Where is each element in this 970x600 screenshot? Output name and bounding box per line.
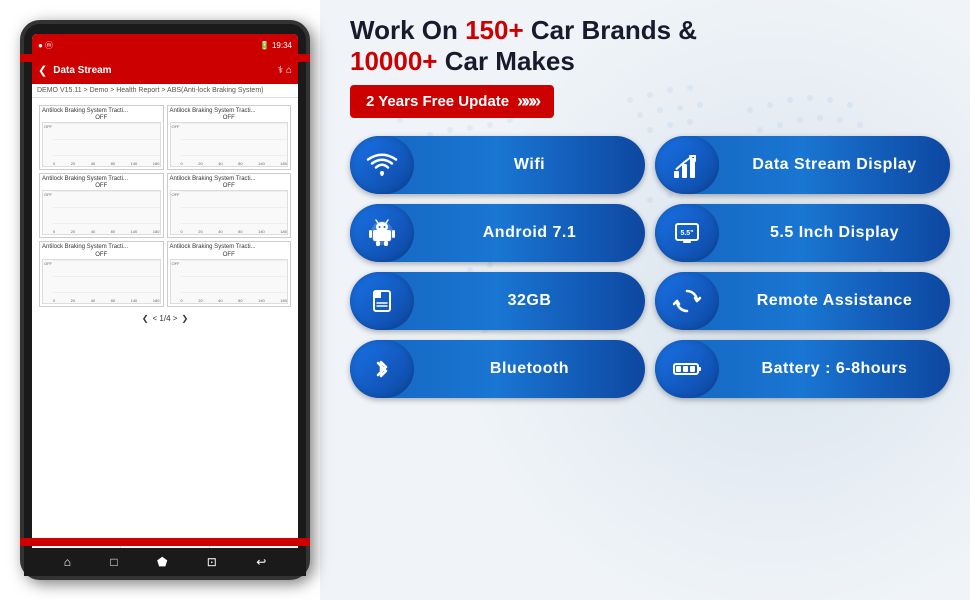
data-stream-content: Antilock Braking System Tracti... OFF OF… [32, 98, 298, 545]
chart-status-5: OFF [42, 252, 161, 258]
data-stream-label: Data Stream Display [719, 156, 950, 174]
chart-item-5: Antilock Braking System Tracti... OFF OF… [39, 241, 164, 306]
bluetooth-icon [366, 353, 398, 385]
chart-status-1: OFF [42, 115, 161, 121]
wifi-icon-circle [350, 136, 414, 194]
wifi-icon [366, 149, 398, 181]
page-info: < 1/4 > [153, 314, 178, 323]
remote-icon-circle [655, 272, 719, 330]
nav-icons: ⚕ ⌂ [278, 65, 292, 76]
storage-icon-circle [350, 272, 414, 330]
feature-display: 5.5" 5.5 Inch Display [655, 204, 950, 262]
chart-title-6: Antilock Braking System Tracti... [170, 244, 289, 251]
status-bar: ● ⓜ 🔋 19:34 [32, 34, 298, 56]
battery-label: Battery : 6-8hours [719, 360, 950, 378]
feature-android: Android 7.1 [350, 204, 645, 262]
chart-status-3: OFF [42, 183, 161, 189]
chart-title-1: Antilock Braking System Tracti... [42, 108, 161, 115]
nav-bar: ❮ Data Stream ⚕ ⌂ [32, 56, 298, 84]
storage-label: 32GB [414, 292, 645, 310]
svg-text:5.5": 5.5" [680, 230, 693, 237]
feature-battery: Battery : 6-8hours [655, 340, 950, 398]
battery-icon [671, 353, 703, 385]
tablet-device: ● ⓜ 🔋 19:34 ❮ Data Stream ⚕ ⌂ DEMO V15.1… [20, 20, 310, 580]
display-label: 5.5 Inch Display [719, 224, 950, 242]
android-home-icon[interactable]: ⌂ [64, 555, 71, 569]
prev-page-icon[interactable]: ❮ [142, 314, 149, 323]
storage-icon [366, 285, 398, 317]
chart-area-2: OFF 0204080140180 [170, 122, 289, 167]
feature-remote: Remote Assistance [655, 272, 950, 330]
feature-data-stream: Data Stream Display [655, 136, 950, 194]
headline: Work On 150+ Car Brands & 10000+ Car Mak… [350, 15, 950, 77]
chart-title-2: Antilock Braking System Tracti... [170, 108, 289, 115]
feature-bluetooth: Bluetooth [350, 340, 645, 398]
display-icon: 5.5" [671, 217, 703, 249]
chart-status-6: OFF [170, 252, 289, 258]
right-content: Work On 150+ Car Brands & 10000+ Car Mak… [330, 0, 970, 600]
chart-area-5: OFF 0204080140180 [42, 259, 161, 304]
status-right: 🔋 19:34 [260, 41, 292, 50]
headline-makes: Makes [495, 46, 575, 76]
update-badge: 2 Years Free Update »»» [350, 85, 554, 118]
chart-item-2: Antilock Braking System Tracti... OFF OF… [167, 105, 292, 170]
headline-brands: Brands & [581, 15, 697, 45]
display-icon-circle: 5.5" [655, 204, 719, 262]
pagination: ❮ < 1/4 > ❯ [36, 310, 294, 327]
chart-item-1: Antilock Braking System Tracti... OFF OF… [39, 105, 164, 170]
status-left: ● ⓜ [38, 40, 53, 51]
remote-label: Remote Assistance [719, 292, 950, 310]
feature-storage: 32GB [350, 272, 645, 330]
chart-item-4: Antilock Braking System Tracti... OFF OF… [167, 173, 292, 238]
chart-title-5: Antilock Braking System Tracti... [42, 244, 161, 251]
android-image-icon[interactable]: ⊡ [207, 555, 217, 569]
chart-grid: Antilock Braking System Tracti... OFF OF… [36, 102, 294, 310]
chart-item-3: Antilock Braking System Tracti... OFF OF… [39, 173, 164, 238]
bluetooth-label: Bluetooth [414, 360, 645, 378]
chart-status-4: OFF [170, 183, 289, 189]
android-square-icon[interactable]: □ [110, 555, 117, 569]
chart-area-6: OFF 0204080140180 [170, 259, 289, 304]
chart-area-1: OFF 0204080140180 [42, 122, 161, 167]
android-icon [366, 217, 398, 249]
android-icon-circle [350, 204, 414, 262]
nav-title: Data Stream [53, 65, 111, 76]
feature-wifi: Wifi [350, 136, 645, 194]
remote-icon [671, 285, 703, 317]
headline-car2: Car [437, 46, 495, 76]
chart-item-6: Antilock Braking System Tracti... OFF OF… [167, 241, 292, 306]
headline-highlight-10000: 10000+ [350, 46, 437, 76]
tablet-screen: ● ⓜ 🔋 19:34 ❮ Data Stream ⚕ ⌂ DEMO V15.1… [32, 34, 298, 566]
android-back-icon[interactable]: ↩ [256, 555, 266, 569]
headline-highlight-150: 150+ [465, 15, 524, 45]
data-stream-icon-circle [655, 136, 719, 194]
chart-area-4: OFF 0204080140180 [170, 190, 289, 235]
wifi-label: Wifi [414, 156, 645, 174]
chart-title-4: Antilock Braking System Tracti... [170, 176, 289, 183]
chart-icon [671, 149, 703, 181]
next-page-icon[interactable]: ❯ [181, 314, 188, 323]
chart-title-3: Antilock Braking System Tracti... [42, 176, 161, 183]
back-arrow-icon: ❮ [38, 64, 47, 77]
android-nav: ⌂ □ ⬟ ⊡ ↩ [24, 548, 306, 576]
chart-area-3: OFF 0204080140180 [42, 190, 161, 235]
update-badge-arrows: »»» [517, 91, 538, 112]
bluetooth-icon-circle [350, 340, 414, 398]
chart-status-2: OFF [170, 115, 289, 121]
features-grid: Wifi Data Stream Display [350, 136, 950, 398]
headline-car: Car [524, 15, 582, 45]
android-android-icon[interactable]: ⬟ [157, 555, 167, 569]
headline-prefix: Work On [350, 15, 465, 45]
android-label: Android 7.1 [414, 224, 645, 242]
breadcrumb: DEMO V15.11 > Demo > Health Report > ABS… [32, 84, 298, 98]
update-badge-text: 2 Years Free Update [366, 93, 509, 110]
battery-icon-circle [655, 340, 719, 398]
